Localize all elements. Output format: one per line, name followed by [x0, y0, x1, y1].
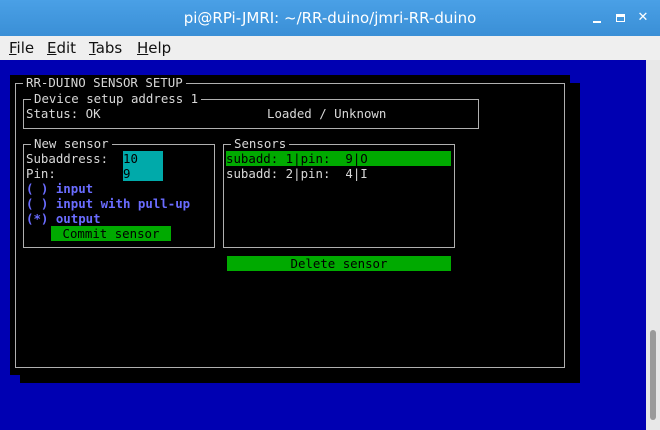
sensors-title: Sensors: [231, 136, 290, 151]
sensor-row[interactable]: subadd: 2|pin: 4|I: [226, 166, 368, 181]
menu-help[interactable]: Help: [137, 38, 171, 58]
commit-sensor-button[interactable]: Commit sensor: [51, 226, 171, 241]
pin-label: Pin:: [26, 166, 56, 181]
menu-bar: File Edit Tabs Help: [0, 36, 660, 60]
option-output[interactable]: (*) output: [26, 211, 101, 226]
dialog-title: RR-DUINO SENSOR SETUP: [23, 75, 186, 90]
menu-file[interactable]: File: [9, 38, 34, 58]
option-input[interactable]: ( ) input: [26, 181, 93, 196]
device-title: Device setup address 1: [31, 91, 202, 106]
terminal-area[interactable]: RR-DUINO SENSOR SETUP Device setup addre…: [0, 60, 646, 430]
delete-sensor-button[interactable]: Delete sensor: [227, 256, 451, 271]
close-icon[interactable]: ✕: [636, 11, 650, 25]
scrollbar[interactable]: [646, 60, 660, 430]
pin-input[interactable]: 9: [123, 166, 163, 181]
option-input-pullup[interactable]: ( ) input with pull-up: [26, 196, 190, 211]
subaddress-input[interactable]: 10: [123, 151, 163, 166]
menu-tabs[interactable]: Tabs: [89, 38, 122, 58]
sensor-setup-dialog: RR-DUINO SENSOR SETUP Device setup addre…: [10, 75, 570, 375]
maximize-icon[interactable]: [613, 11, 627, 25]
menu-edit[interactable]: Edit: [47, 38, 76, 58]
window-title: pi@RPi-JMRI: ~/RR-duino/jmri-RR-duino: [183, 9, 477, 27]
new-sensor-title: New sensor: [31, 136, 112, 151]
device-status: Status: OK: [26, 106, 101, 121]
device-state: Loaded / Unknown: [267, 106, 387, 121]
minimize-icon[interactable]: [590, 11, 604, 25]
scrollbar-thumb[interactable]: [650, 330, 656, 420]
subaddress-label: Subaddress:: [26, 151, 109, 166]
title-bar: pi@RPi-JMRI: ~/RR-duino/jmri-RR-duino ✕: [0, 0, 660, 36]
sensor-row-selected[interactable]: subadd: 1|pin: 9|O: [226, 151, 451, 166]
